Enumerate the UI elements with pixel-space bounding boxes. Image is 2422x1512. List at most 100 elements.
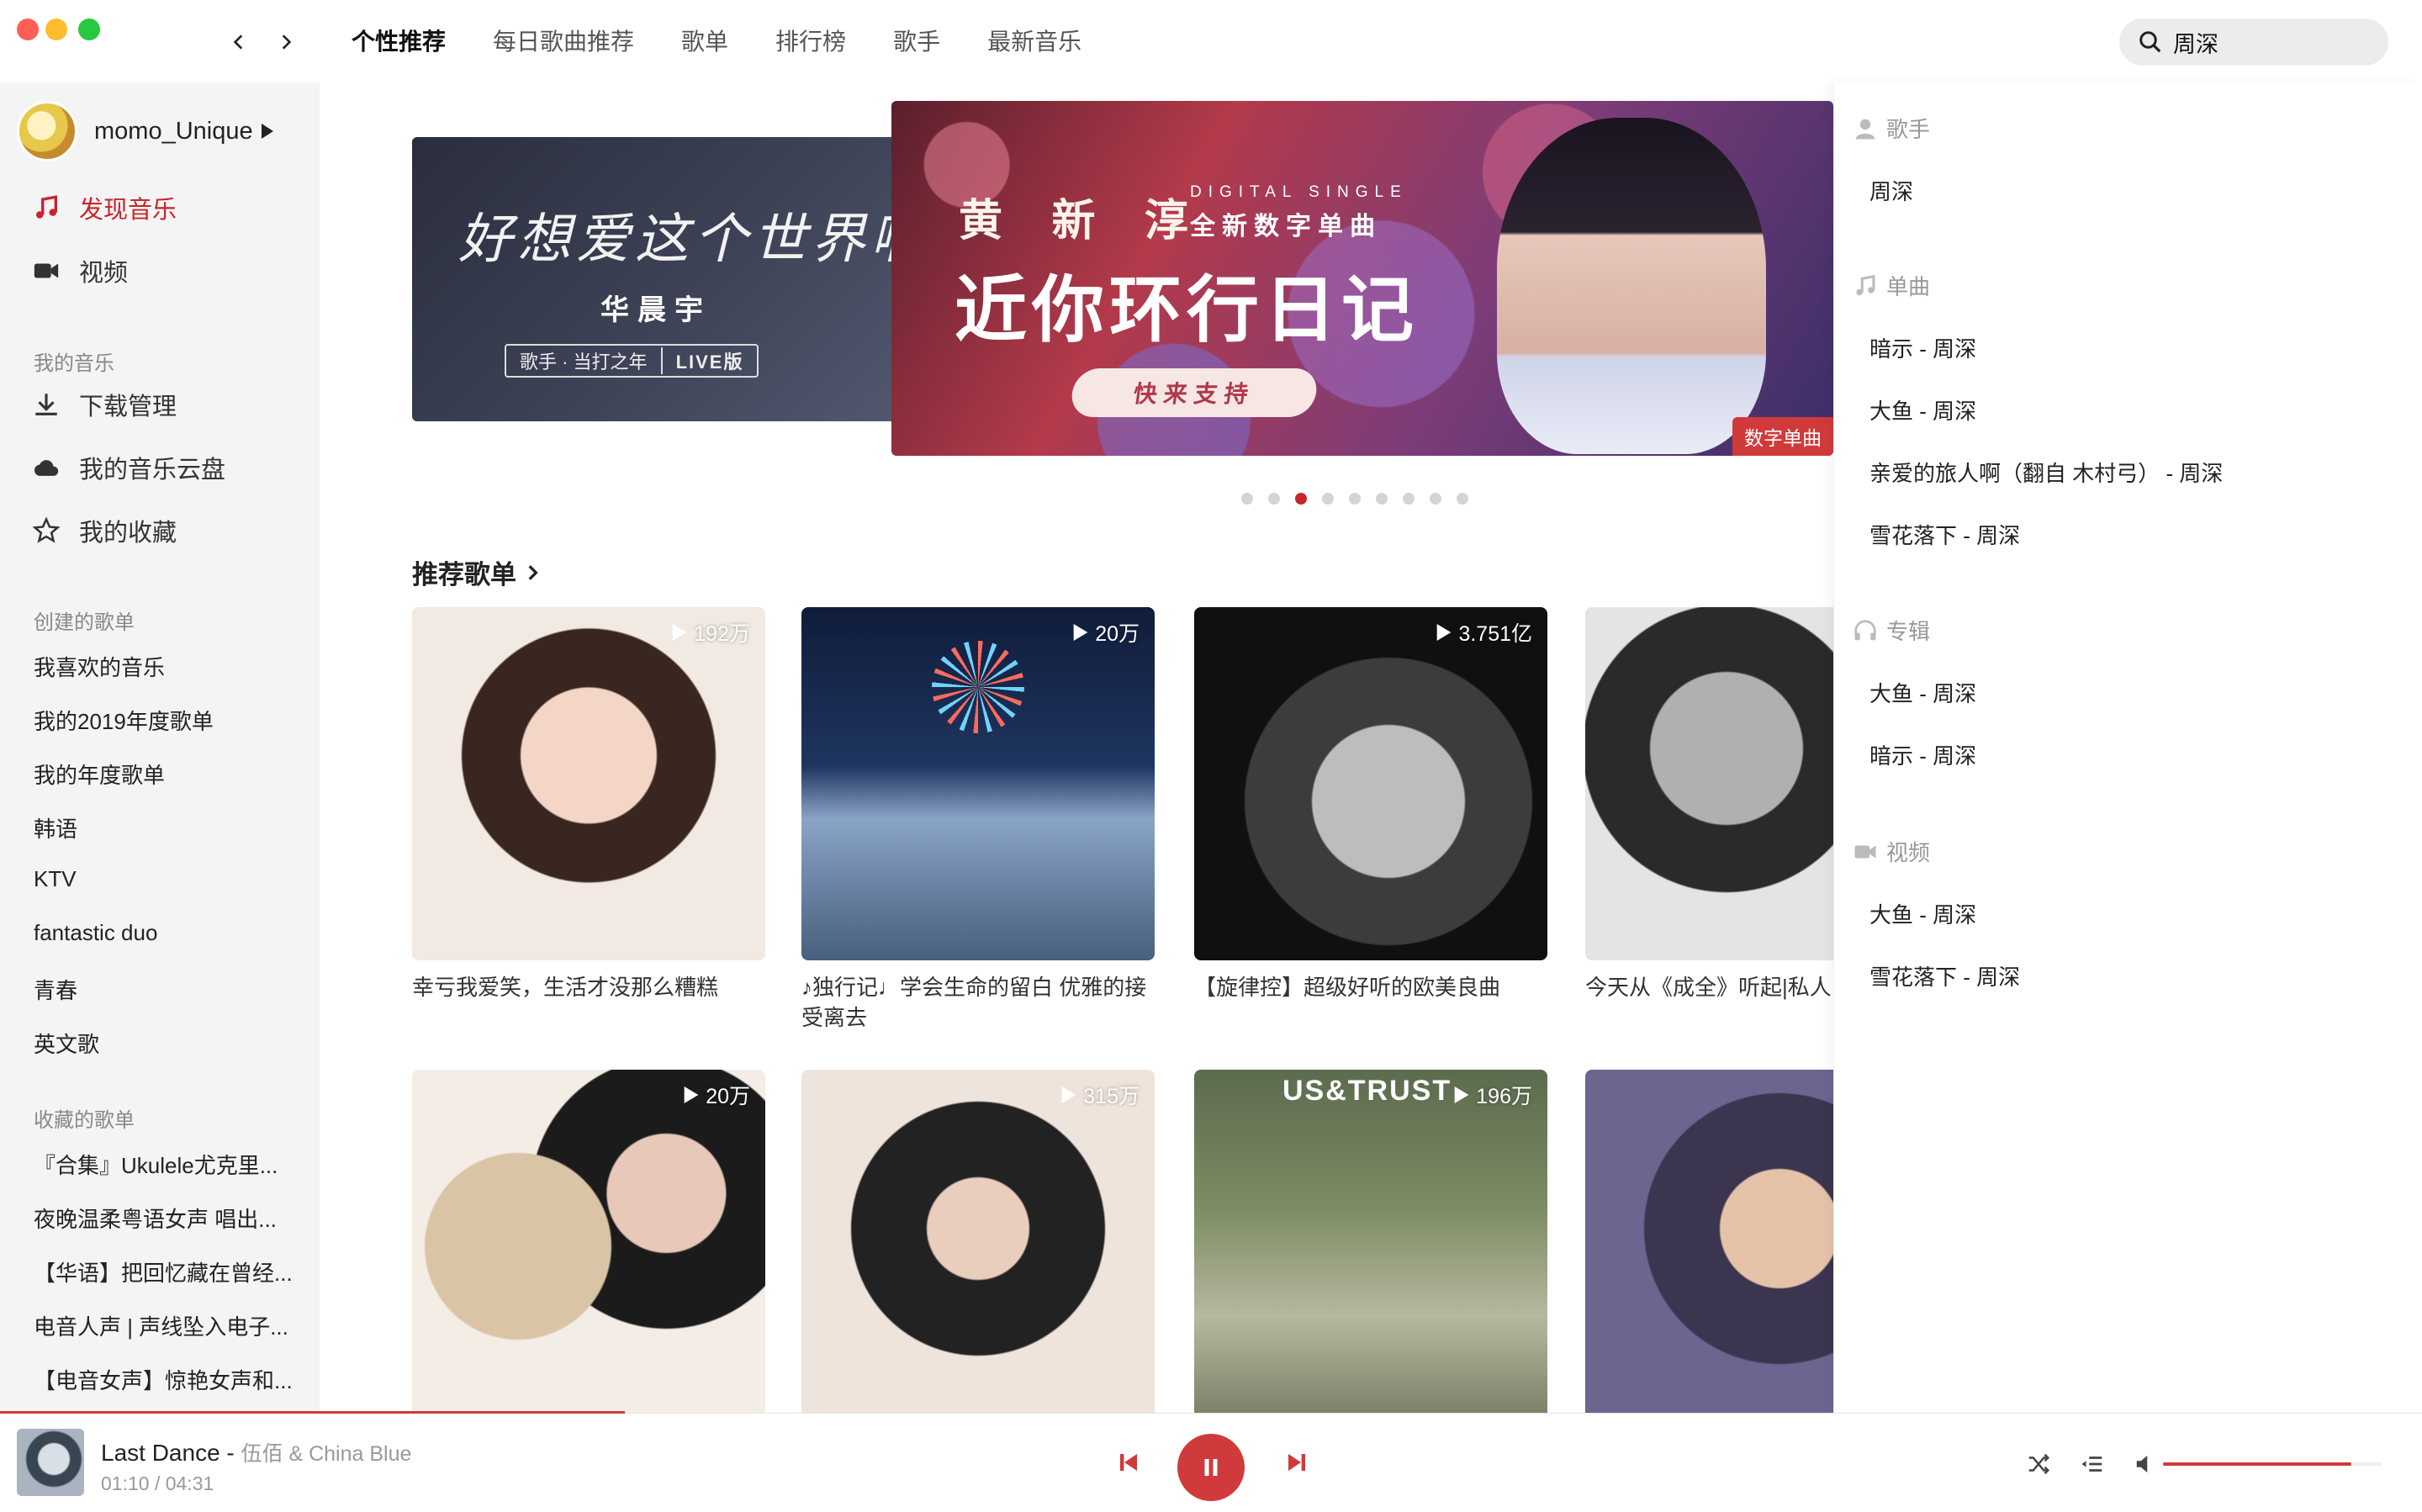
banner-dot[interactable]: [1295, 493, 1307, 505]
user-profile[interactable]: momo_Unique: [17, 101, 273, 161]
suggest-item[interactable]: 雪花落下 - 周深: [1869, 960, 2020, 991]
suggest-item[interactable]: 暗示 - 周深: [1869, 332, 1976, 363]
playlist-item[interactable]: fantastic duo: [34, 920, 157, 946]
banner-dot[interactable]: [1241, 493, 1253, 505]
now-playing-title[interactable]: Last Dance: [101, 1440, 220, 1466]
previous-button[interactable]: [1112, 1446, 1145, 1479]
playlist-title[interactable]: 幸亏我爱笑，生活才没那么糟糕: [412, 972, 765, 1002]
window-close-button[interactable]: [17, 19, 39, 40]
playlist-item[interactable]: 电音人声 | 声线坠入电子...: [34, 1310, 288, 1341]
sidebar-item-label: 我的音乐云盘: [79, 457, 226, 484]
banner-dot[interactable]: [1268, 493, 1280, 505]
sidebar-item-downloads[interactable]: 下载管理: [32, 387, 177, 422]
suggest-item[interactable]: 周深: [1869, 175, 1913, 206]
playlist-card[interactable]: 今天从《成全》听起|私人: [1585, 607, 1833, 1002]
banner-dot[interactable]: [1376, 493, 1388, 505]
playlist-item[interactable]: 夜晚温柔粤语女声 唱出...: [34, 1203, 277, 1234]
banner-dots: [1241, 493, 1468, 505]
window-zoom-button[interactable]: [78, 19, 100, 40]
banner-artist-photo: [1497, 118, 1766, 454]
suggest-item[interactable]: 雪花落下 - 周深: [1869, 519, 2020, 550]
playlist-item[interactable]: 我的年度歌单: [34, 759, 165, 790]
play-count: 192万: [672, 617, 750, 648]
playlist-item[interactable]: 我喜欢的音乐: [34, 651, 165, 682]
banner-cta-button[interactable]: 快来支持: [1068, 368, 1320, 417]
playlist-item[interactable]: 英文歌: [34, 1028, 99, 1059]
sidebar-item-label: 下载管理: [79, 394, 177, 420]
avatar[interactable]: [17, 101, 77, 161]
banner-side-pill-right: LIVE版: [660, 347, 758, 374]
suggest-item[interactable]: 大鱼 - 周深: [1869, 898, 1976, 929]
playlist-card[interactable]: 192万 幸亏我爱笑，生活才没那么糟糕: [412, 607, 765, 1002]
playlist-card[interactable]: 3.751亿 【旋律控】超级好听的欧美良曲: [1194, 607, 1547, 1002]
playlist-card[interactable]: 315万: [801, 1070, 1155, 1413]
shuffle-button[interactable]: [2022, 1447, 2055, 1481]
playlist-item[interactable]: 『合集』Ukulele尤克里...: [34, 1149, 278, 1180]
next-button[interactable]: [1280, 1446, 1314, 1479]
banner-dot[interactable]: [1322, 493, 1334, 505]
window-minimize-button[interactable]: [45, 19, 67, 40]
banner-dot[interactable]: [1403, 493, 1415, 505]
banner-side[interactable]: 好想爱这个世界啊 华晨宇 歌手 · 当打之年 LIVE版: [412, 137, 900, 421]
suggest-item[interactable]: 大鱼 - 周深: [1869, 677, 1976, 708]
suggest-item[interactable]: 暗示 - 周深: [1869, 739, 1976, 770]
suggest-section-videos: 视频: [1853, 836, 1930, 867]
playback-progress[interactable]: [0, 1411, 2422, 1414]
sidebar-item-label: 视频: [79, 260, 129, 287]
play-icon: [1061, 1086, 1076, 1103]
volume-slider[interactable]: [2163, 1462, 2382, 1466]
suggest-section-songs: 单曲: [1853, 270, 1930, 301]
playlist-title[interactable]: ♪独行记♩学会生命的留白 优雅的接受离去: [801, 972, 1155, 1033]
tab-daily-songs[interactable]: 每日歌曲推荐: [493, 24, 634, 61]
tab-new-music[interactable]: 最新音乐: [987, 24, 1081, 61]
playlist-card[interactable]: [1585, 1070, 1833, 1413]
back-button[interactable]: [222, 25, 256, 59]
tab-charts[interactable]: 排行榜: [775, 24, 846, 61]
playlist-queue-button[interactable]: [2076, 1447, 2109, 1481]
section-my-music: 我的音乐: [34, 352, 114, 375]
banner-main[interactable]: 黄 新 淳 DIGITAL SINGLE 全新数字单曲 近你环行日记 快来支持 …: [891, 101, 1833, 456]
now-playing-artist[interactable]: 伍佰 & China Blue: [241, 1442, 412, 1466]
playlist-card[interactable]: 20万 ♪独行记♩学会生命的留白 优雅的接受离去: [801, 607, 1155, 1033]
play-icon: [684, 1086, 699, 1103]
suggest-item[interactable]: 亲爱的旅人啊（翻自 木村弓） - 周深: [1869, 457, 2223, 488]
banner-dot[interactable]: [1457, 493, 1468, 505]
playlist-item[interactable]: 韩语: [34, 812, 77, 843]
tab-personal-recommend[interactable]: 个性推荐: [352, 24, 446, 61]
playlist-item[interactable]: KTV: [34, 866, 77, 892]
recommend-playlists-title[interactable]: 推荐歌单: [412, 553, 542, 591]
user-name[interactable]: momo_Unique: [94, 118, 253, 145]
pause-button[interactable]: [1177, 1434, 1245, 1501]
banner-dot[interactable]: [1430, 493, 1441, 505]
now-playing-cover[interactable]: [17, 1429, 84, 1496]
playlist-title[interactable]: 【旋律控】超级好听的欧美良曲: [1194, 972, 1547, 1002]
search-input[interactable]: [2173, 29, 2375, 56]
top-bar: 个性推荐 每日歌曲推荐 歌单 排行榜 歌手 最新音乐: [0, 0, 2422, 82]
sidebar-item-video[interactable]: 视频: [32, 253, 128, 288]
music-note-icon: [1856, 274, 1875, 295]
playlist-card[interactable]: US&TRUST 196万: [1194, 1070, 1547, 1413]
playlist-item[interactable]: 【华语】把回忆藏在曾经...: [34, 1256, 293, 1287]
sidebar-item-favorites[interactable]: 我的收藏: [32, 513, 177, 548]
playlist-cover: 192万: [412, 607, 765, 960]
suggest-item[interactable]: 大鱼 - 周深: [1869, 394, 1976, 426]
volume-button[interactable]: [2129, 1447, 2163, 1481]
playlist-item[interactable]: 【电音女声】惊艳女声和...: [34, 1364, 293, 1395]
tab-playlists[interactable]: 歌单: [681, 24, 728, 61]
playlist-item[interactable]: 我的2019年度歌单: [34, 705, 214, 736]
sidebar-item-discover-music[interactable]: 发现音乐: [32, 190, 177, 225]
forward-button[interactable]: [269, 25, 303, 59]
search-box[interactable]: [2119, 19, 2388, 66]
shuffle-icon: [2028, 1453, 2050, 1475]
tab-artists[interactable]: 歌手: [893, 24, 940, 61]
playlist-card[interactable]: 20万: [412, 1070, 765, 1413]
playlist-title[interactable]: 今天从《成全》听起|私人: [1585, 972, 1833, 1002]
sidebar-item-cloud-drive[interactable]: 我的音乐云盘: [32, 450, 225, 485]
banner-subtitle-en: DIGITAL SINGLE: [1190, 183, 1408, 201]
search-icon: [2139, 31, 2161, 53]
playlist-item[interactable]: 青春: [34, 974, 77, 1005]
caret-right-icon: [261, 124, 273, 139]
banner-title: 近你环行日记: [955, 270, 1419, 351]
play-icon: [672, 624, 687, 641]
banner-dot[interactable]: [1349, 493, 1361, 505]
